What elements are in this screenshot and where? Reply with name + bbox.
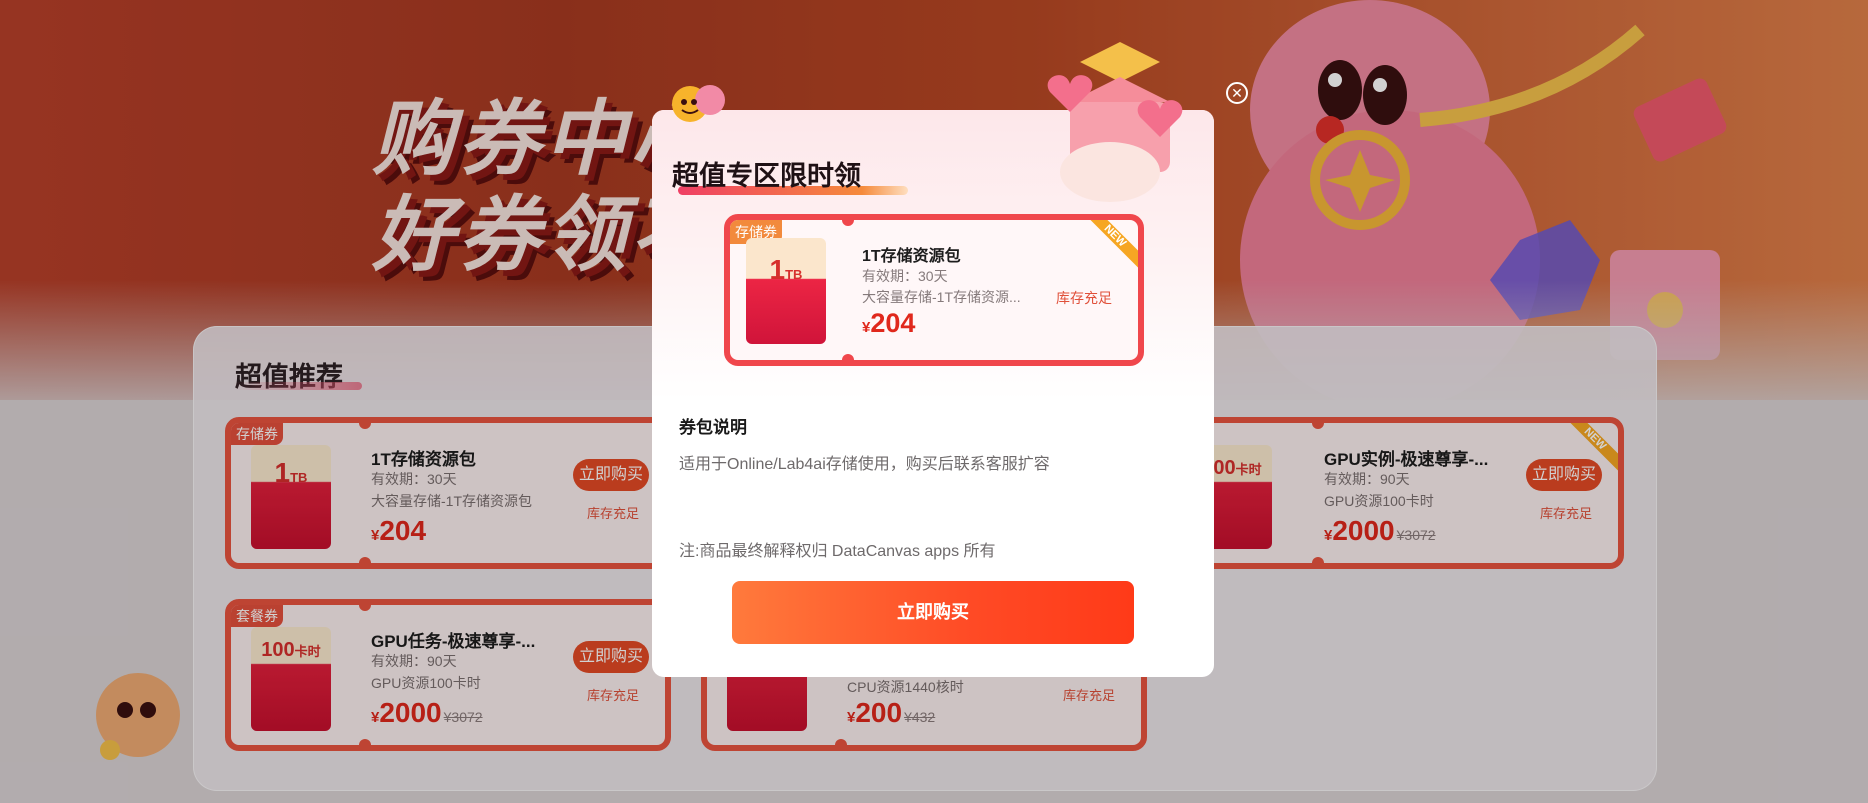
envelope-amount: 1: [769, 254, 786, 285]
card-notch: [842, 354, 854, 360]
promo-modal: 超值专区限时领 存储券 NEW 1TB 1T存储资源包 有效期：30天 大容量存…: [652, 42, 1214, 677]
coupon-validity: 有效期：30天: [862, 268, 948, 284]
modal-title: 超值专区限时领: [672, 161, 861, 191]
close-icon[interactable]: ✕: [1226, 82, 1248, 104]
emoji-sticker-icon: [672, 85, 725, 122]
modal-coupon-card[interactable]: 存储券 NEW 1TB 1T存储资源包 有效期：30天 大容量存储-1T存储资源…: [724, 214, 1144, 366]
stock-status: 库存充足: [1056, 290, 1112, 306]
coupon-name: 1T存储资源包: [862, 248, 961, 265]
disclaimer-note: 注:商品最终解释权归 DataCanvas apps 所有: [679, 543, 996, 560]
coupon-price: ¥204: [862, 308, 916, 338]
gift-box-illustration: [1047, 42, 1183, 202]
card-notch: [842, 220, 854, 226]
coupon-description-title: 券包说明: [679, 418, 747, 437]
envelope-icon: 1TB: [746, 238, 826, 344]
buy-now-cta-button[interactable]: 立即购买: [732, 581, 1134, 644]
coupon-description-text: 适用于Online/Lab4ai存储使用，购买后联系客服扩容: [679, 456, 1050, 473]
coupon-desc: 大容量存储-1T存储资源...: [862, 289, 1021, 305]
new-badge: NEW: [1078, 220, 1138, 273]
envelope-unit: TB: [785, 267, 803, 282]
